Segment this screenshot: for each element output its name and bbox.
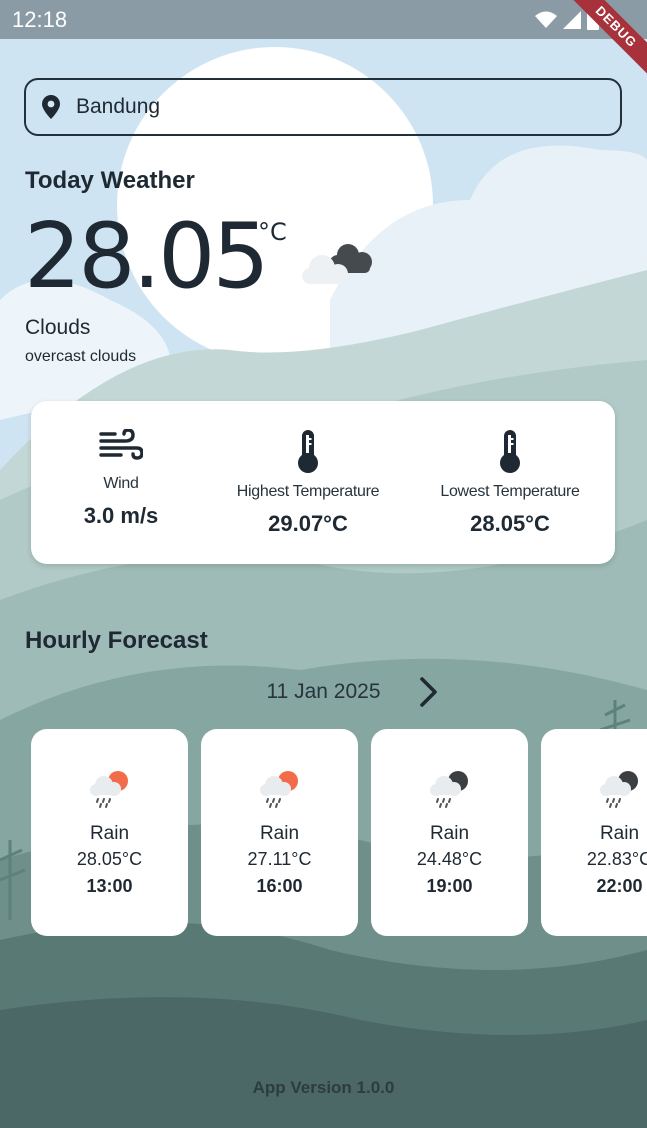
hourly-forecast-card[interactable]: Rain 27.11°C 16:00: [201, 729, 358, 936]
today-weather-heading: Today Weather: [25, 167, 195, 194]
stat-value: 3.0 m/s: [83, 503, 159, 528]
signal-icon: [563, 10, 581, 29]
city-search-input[interactable]: [74, 94, 578, 120]
forecast-condition: Rain: [599, 823, 640, 844]
weather-condition: Clouds: [25, 316, 91, 339]
overcast-clouds-icon: [302, 244, 372, 284]
forecast-time: 22:00: [596, 876, 643, 896]
status-bar: 12:18: [0, 0, 647, 39]
forecast-temperature: 28.05°C: [76, 849, 143, 869]
forecast-condition: Rain: [259, 823, 300, 844]
stat-label: Lowest Temperature: [440, 483, 580, 500]
weather-stats-card: Wind 3.0 m/s Highest Temperature 29.07°C: [31, 401, 615, 564]
rain-day-icon: [259, 771, 298, 808]
forecast-temperature: 27.11°C: [247, 849, 312, 869]
forecast-time: 19:00: [426, 876, 473, 896]
main-content: Today Weather 28.05 °C Clouds overcast c…: [0, 0, 647, 1128]
stat-lowest-temperature: Lowest Temperature 28.05°C: [425, 401, 595, 564]
stat-highest-temperature: Highest Temperature 29.07°C: [223, 401, 393, 564]
wind-icon: [99, 429, 143, 460]
hourly-forecast-heading: Hourly Forecast: [25, 627, 208, 654]
forecast-temperature: 24.48°C: [416, 849, 483, 869]
forecast-condition: Rain: [429, 823, 470, 844]
app-version: App Version 1.0.0: [252, 1078, 395, 1097]
forecast-date: 11 Jan 2025: [266, 680, 381, 703]
stat-label: Highest Temperature: [236, 483, 380, 500]
temperature-unit: °C: [258, 218, 287, 246]
rain-night-icon: [429, 771, 468, 808]
hourly-forecast-card[interactable]: Rain 24.48°C 19:00: [371, 729, 528, 936]
stat-wind: Wind 3.0 m/s: [51, 401, 191, 564]
thermometer-icon: [500, 430, 520, 473]
weather-description: overcast clouds: [25, 348, 137, 365]
rain-night-icon: [599, 771, 638, 808]
location-pin-icon: [42, 95, 60, 119]
hourly-forecast-card-inner: Rain 22.83°C 22:00: [541, 769, 647, 897]
rain-day-icon: [89, 771, 128, 808]
hourly-forecast-card[interactable]: Rain 28.05°C 13:00: [31, 729, 188, 936]
next-date-button[interactable]: [412, 676, 444, 708]
forecast-time: 16:00: [256, 876, 303, 896]
stat-value: 29.07°C: [268, 511, 348, 536]
stat-value: 28.05°C: [470, 511, 550, 536]
thermometer-icon: [298, 430, 318, 473]
hourly-forecast-card[interactable]: Rain 22.83°C 22:00: [541, 729, 647, 936]
current-temperature: 28.05: [24, 204, 270, 309]
forecast-condition: Rain: [89, 823, 130, 844]
wifi-icon: [535, 11, 557, 28]
forecast-date-row: 11 Jan 2025: [0, 674, 647, 710]
forecast-temperature: 22.83°C: [586, 849, 647, 869]
stat-label: Wind: [103, 475, 139, 492]
forecast-time: 13:00: [86, 876, 133, 896]
status-time: 12:18: [12, 6, 68, 32]
city-search-field[interactable]: [24, 78, 622, 136]
